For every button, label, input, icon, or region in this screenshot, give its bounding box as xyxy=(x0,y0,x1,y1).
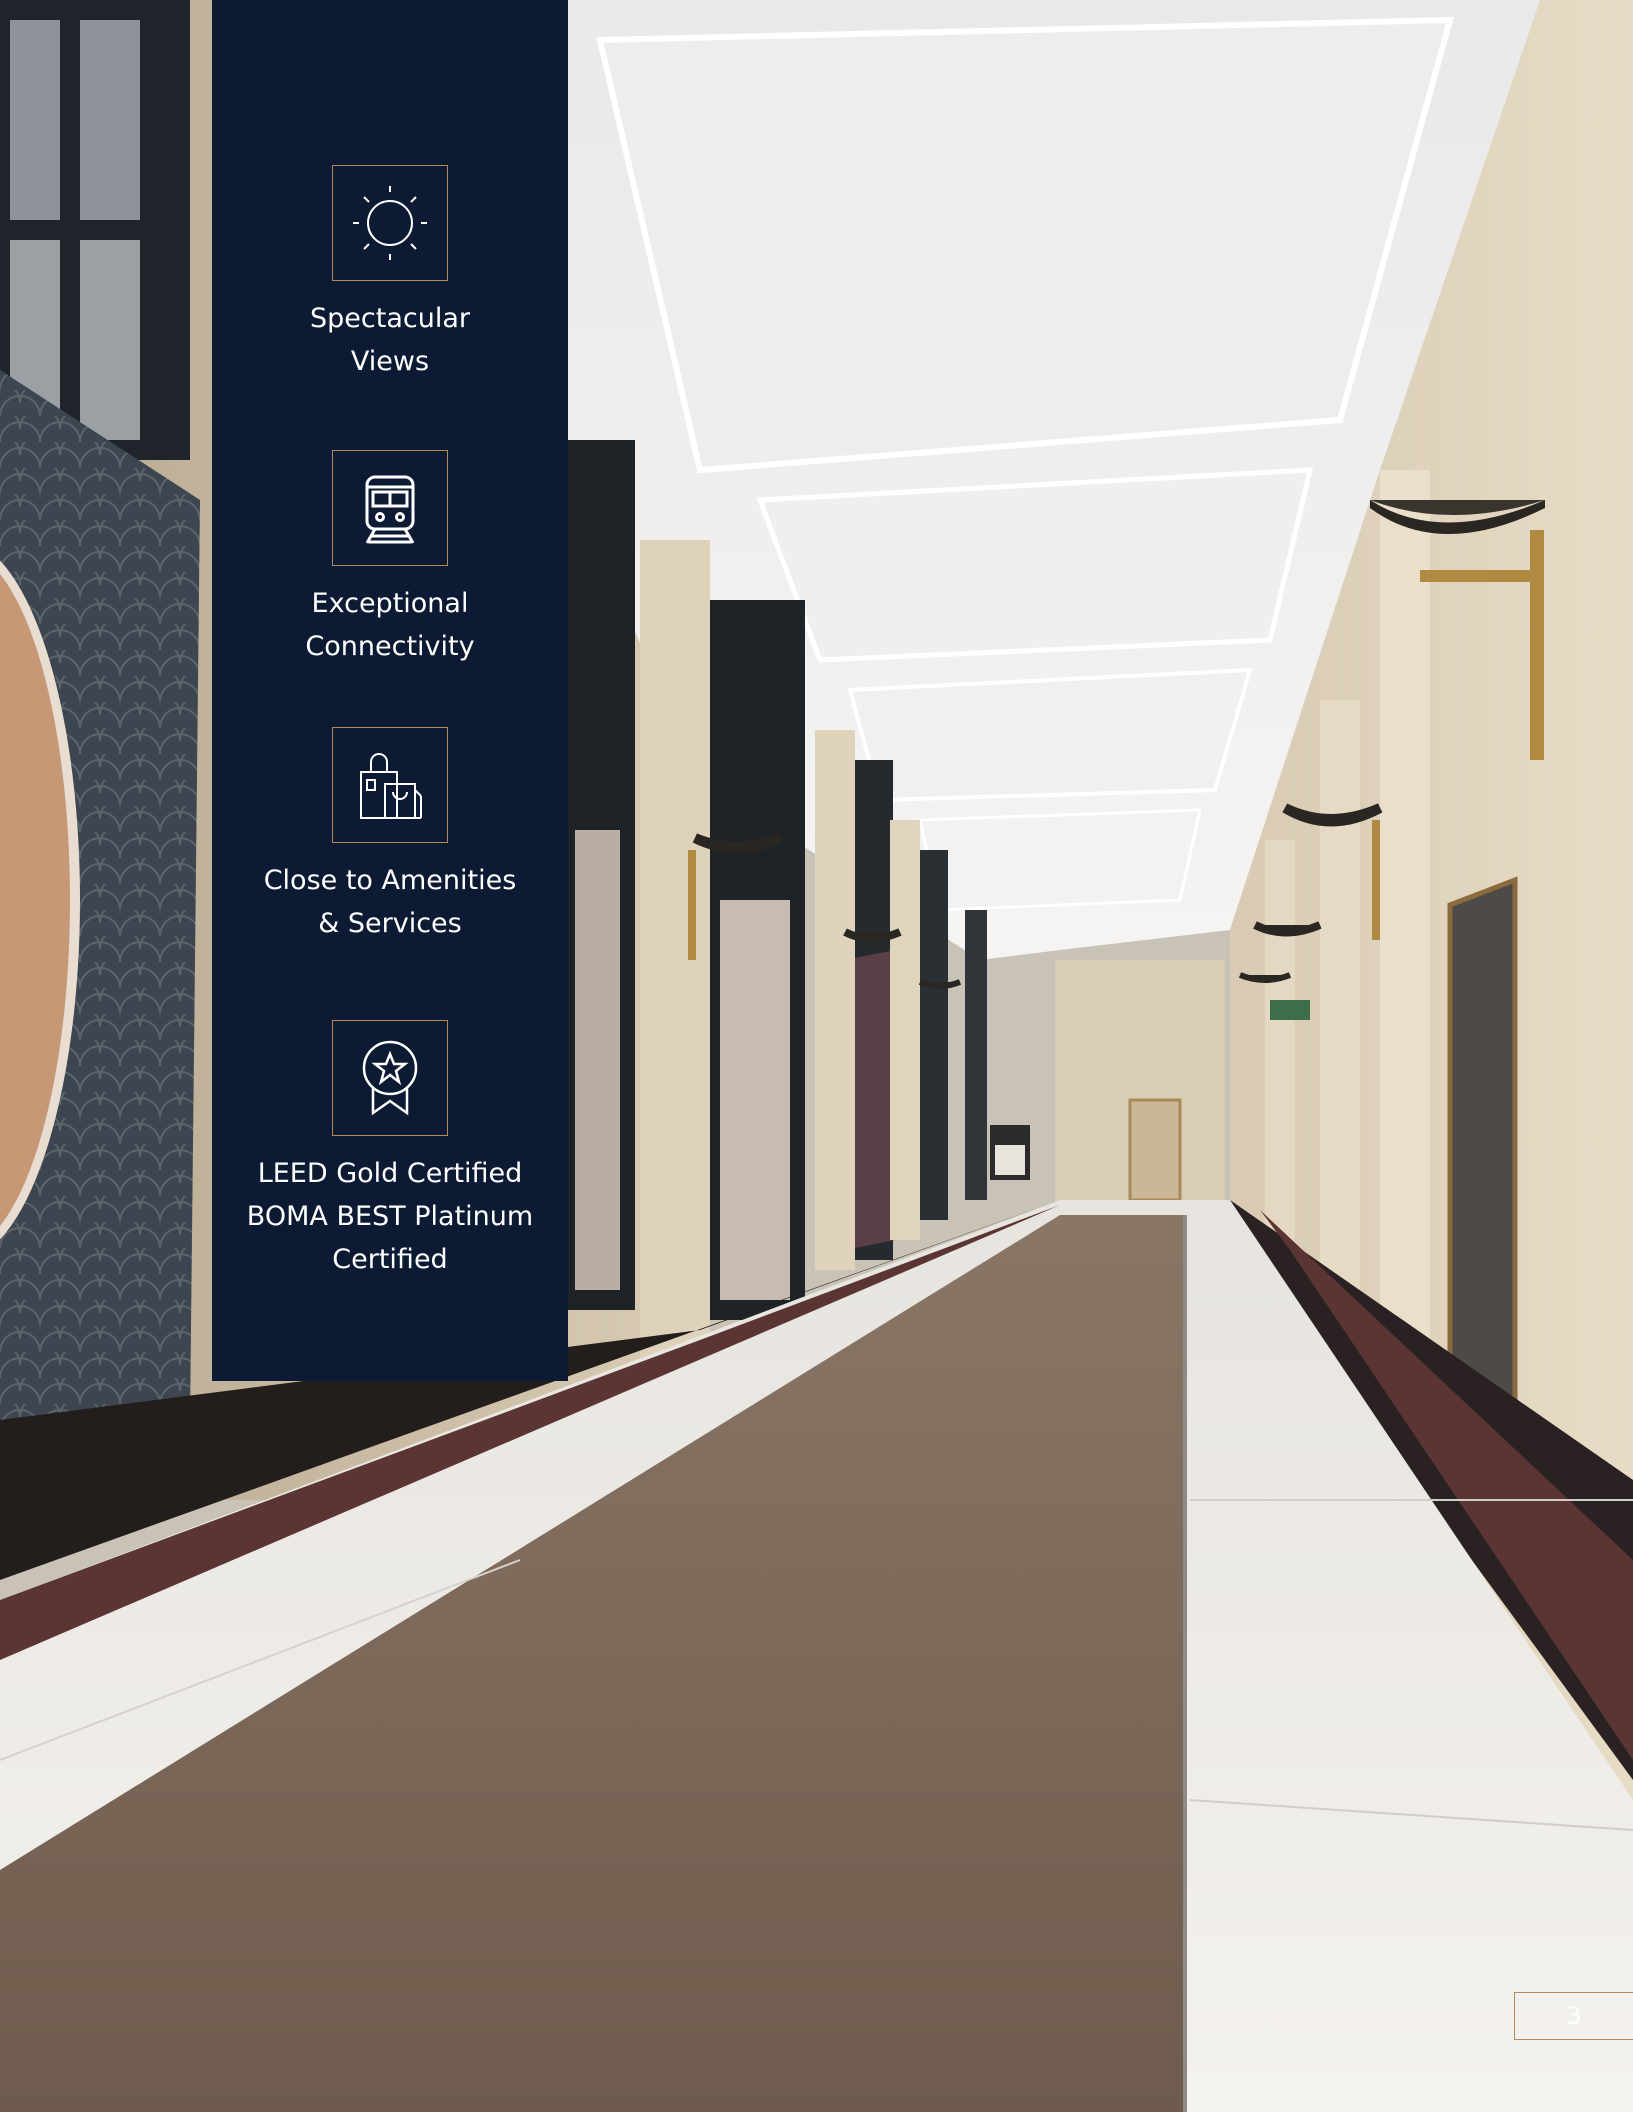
feature-label: Close to Amenities & Services xyxy=(212,859,568,945)
feature-label-line: Spectacular xyxy=(310,303,470,334)
feature-label-line: & Services xyxy=(318,908,462,939)
feature-label-line: Connectivity xyxy=(305,631,475,662)
page-number: 3 xyxy=(1514,1992,1633,2040)
feature-label: Spectacular Views xyxy=(212,297,568,383)
feature-amenities: Close to Amenities & Services xyxy=(212,727,568,945)
feature-label: Exceptional Connectivity xyxy=(212,582,568,668)
feature-label-line: BOMA BEST Platinum xyxy=(246,1201,534,1232)
feature-label-line: Views xyxy=(350,346,430,377)
feature-certifications: LEED Gold Certified BOMA BEST Platinum C… xyxy=(212,1020,568,1281)
feature-connectivity: Exceptional Connectivity xyxy=(212,450,568,668)
train-icon xyxy=(332,450,448,566)
feature-label-line: Close to Amenities xyxy=(263,865,517,896)
award-ribbon-icon xyxy=(332,1020,448,1136)
page-number-text: 3 xyxy=(1566,2002,1582,2030)
feature-label-line: Exceptional xyxy=(311,588,469,619)
shopping-bags-icon xyxy=(332,727,448,843)
sun-icon xyxy=(332,165,448,281)
feature-spectacular-views: Spectacular Views xyxy=(212,165,568,383)
feature-label-line: LEED Gold Certified xyxy=(257,1158,523,1189)
features-panel: Spectacular Views Exceptional Connectivi… xyxy=(212,0,568,1381)
feature-label-line: Certified xyxy=(332,1244,448,1275)
feature-label: LEED Gold Certified BOMA BEST Platinum C… xyxy=(212,1152,568,1281)
